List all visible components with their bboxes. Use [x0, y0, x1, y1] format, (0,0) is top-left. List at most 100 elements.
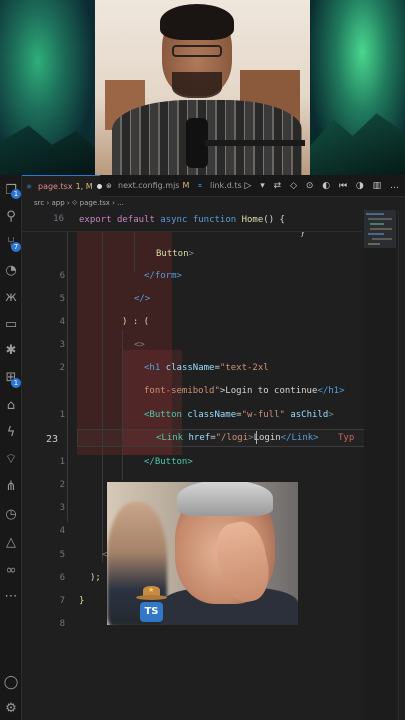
- indent-guide: [102, 232, 103, 562]
- code-line: ) : (: [122, 315, 149, 329]
- presenter-glasses: [172, 45, 222, 57]
- code-keyword: function: [192, 215, 237, 225]
- code-keyword: async: [160, 215, 188, 225]
- webcam-feed: [0, 0, 405, 175]
- code-attribute: asChild: [290, 410, 329, 420]
- inline-error-hint: Typ: [338, 433, 355, 443]
- code-tag: </Link>: [280, 433, 319, 443]
- config-file-icon: ⊛: [106, 182, 112, 190]
- minimap[interactable]: [364, 210, 396, 720]
- more-icon[interactable]: ⋯: [3, 589, 19, 605]
- code-text: Button: [156, 249, 189, 259]
- source-control-badge: 7: [11, 242, 21, 252]
- code-punctuation: >: [328, 410, 334, 420]
- line-number-current: 23: [45, 434, 58, 445]
- code-string: "/logi: [215, 433, 249, 443]
- line-number: 2: [59, 480, 65, 490]
- bug-icon[interactable]: ✱: [3, 343, 19, 359]
- code-string: "text-2xl: [219, 363, 269, 373]
- github-icon[interactable]: ⌂: [3, 398, 19, 414]
- code-attribute: className: [165, 363, 215, 373]
- text-cursor: [256, 431, 257, 444]
- star-icon: ★: [148, 586, 155, 594]
- line-number: 3: [59, 340, 65, 350]
- code-string: font-semibold": [144, 386, 220, 396]
- line-number: 6: [59, 271, 65, 281]
- indent-guide: [67, 232, 68, 522]
- code-punctuation: >: [188, 249, 194, 259]
- typescript-logo-icon: TS: [140, 602, 163, 622]
- tab-page-tsx[interactable]: ⚛ page.tsx 1, M: [22, 175, 102, 197]
- code-line: <>: [134, 338, 145, 352]
- code-string: "w-full": [241, 410, 285, 420]
- vertical-scrollbar[interactable]: [398, 210, 405, 720]
- line-number: 5: [59, 550, 65, 560]
- code-tag: <h1: [144, 363, 161, 373]
- code-text: Login: [253, 433, 281, 443]
- indent-guide: [134, 232, 135, 272]
- tree-icon[interactable]: ⋔: [3, 479, 19, 495]
- timeline-icon[interactable]: ◷: [3, 507, 19, 523]
- code-component: <Link: [156, 433, 184, 443]
- code-punctuation: );: [90, 573, 101, 583]
- wifi-icon[interactable]: ⌔: [3, 452, 19, 468]
- line-number: 7: [59, 596, 65, 606]
- infinity-icon[interactable]: ∞: [3, 563, 19, 579]
- line-number: 5: [59, 294, 65, 304]
- line-number: 1: [59, 457, 65, 467]
- code-keyword: default: [116, 215, 155, 225]
- code-keyword: export: [79, 215, 112, 225]
- code-editor[interactable]: 16 export default async function Home() …: [22, 210, 405, 720]
- editor-actions-toolbar[interactable]: ▷ ▾ ⇄ ◇ ⊙ ◐ ⏮ ◑ ▥ …: [245, 175, 403, 197]
- microphone-arm: [205, 140, 305, 146]
- reaction-hair: [177, 482, 273, 516]
- cowboy-hat-icon: ★: [136, 585, 167, 600]
- line-number: 8: [59, 619, 65, 629]
- line-number: 2: [59, 363, 65, 373]
- presenter-hair: [160, 4, 234, 40]
- code-text: >Login to continue: [219, 386, 318, 396]
- code-punctuation: ) : (: [122, 317, 150, 327]
- code-tag: </form>: [144, 271, 182, 281]
- code-line: <Button className="w-full" asChild>: [144, 408, 334, 422]
- tsx-file-icon: ⚛: [26, 183, 33, 191]
- line-number: 16: [53, 214, 64, 224]
- code-line: </Button>: [144, 455, 193, 469]
- triangle-icon[interactable]: △: [3, 535, 19, 551]
- code-line: );: [90, 571, 101, 585]
- line-number: 4: [59, 317, 65, 327]
- code-line: Button>: [156, 247, 194, 261]
- line-number: 6: [59, 573, 65, 583]
- ts-file-icon: ⌗: [198, 182, 202, 190]
- code-punctuation: () {: [263, 215, 285, 225]
- reaction-image: [107, 482, 298, 625]
- code-attribute: href: [188, 433, 211, 443]
- code-tag: </>: [134, 294, 151, 304]
- run-debug-icon[interactable]: ◔: [3, 263, 19, 279]
- settings-gear-icon[interactable]: ⚙: [3, 701, 19, 717]
- explorer-badge: 1: [11, 189, 21, 199]
- search-icon[interactable]: ⚲: [3, 209, 19, 225]
- tab-next-config[interactable]: ⊛ next.config.mjs M: [102, 175, 190, 197]
- code-attribute: className: [187, 410, 237, 420]
- extensions-badge: 1: [11, 378, 21, 388]
- code-line: font-semibold">Login to continue</h1>: [144, 384, 345, 398]
- remote-explorer-icon[interactable]: ▭: [3, 317, 19, 333]
- activity-bar: ❐ 1 ⚲ ⑂ 7 ◔ ж ▭ ✱ ⊞ 1 ⌂ ϟ ⌔ ⋔ ◷ △ ∞ ⋯ ◯ …: [0, 175, 22, 720]
- presenter-beard: [172, 72, 222, 98]
- code-tag: <>: [134, 340, 145, 350]
- code-function-name: Home: [241, 215, 264, 225]
- lightning-icon[interactable]: ϟ: [3, 425, 19, 441]
- code-component: <Button: [144, 410, 182, 420]
- butterfly-icon[interactable]: ж: [3, 290, 19, 306]
- code-punctuation: }: [79, 596, 85, 606]
- line-number: 3: [59, 503, 65, 513]
- code-line: </form>: [144, 269, 182, 283]
- account-icon[interactable]: ◯: [3, 675, 19, 691]
- line-number: 4: [59, 526, 65, 536]
- breadcrumb[interactable]: src › app › ⟐ page.tsx › ...: [22, 197, 405, 210]
- code-line: }: [79, 594, 84, 608]
- sticky-scroll-header: 16 export default async function Home() …: [22, 210, 362, 232]
- editor-tabs: ⚛ page.tsx 1, M ⊛ next.config.mjs M ⌗ link.d.…: [22, 175, 405, 197]
- code-tag: </h1>: [317, 386, 345, 396]
